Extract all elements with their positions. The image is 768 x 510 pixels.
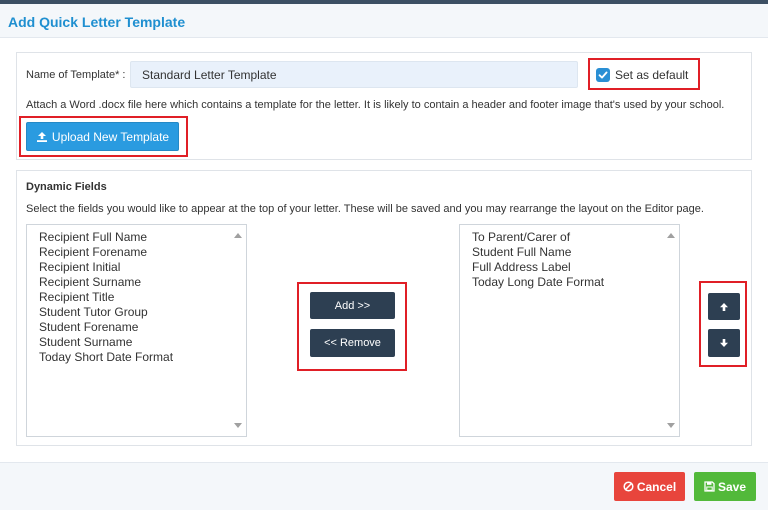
list-item[interactable]: Recipient Forename (39, 245, 173, 260)
default-label: Set as default (615, 68, 689, 82)
list-item[interactable]: Full Address Label (472, 260, 604, 275)
list-item[interactable]: Student Tutor Group (39, 305, 173, 320)
arrow-down-icon (720, 339, 728, 347)
move-down-button[interactable] (708, 329, 740, 357)
attach-instructions: Attach a Word .docx file here which cont… (26, 99, 725, 111)
list-item[interactable]: Recipient Surname (39, 275, 173, 290)
list-item[interactable]: Recipient Full Name (39, 230, 173, 245)
upload-icon (36, 131, 47, 142)
modal-header: Add Quick Letter Template (0, 4, 768, 38)
dynamic-fields-title: Dynamic Fields (26, 181, 107, 193)
selected-fields-list[interactable]: To Parent/Carer of Student Full Name Full … (459, 224, 680, 437)
upload-template-button[interactable]: Upload New Template (26, 122, 179, 151)
template-name-label: Name of Template* : (26, 69, 126, 81)
scroll-down-icon[interactable] (234, 423, 242, 428)
scroll-up-icon[interactable] (234, 233, 242, 238)
default-checkbox[interactable] (596, 68, 610, 82)
check-icon (598, 71, 608, 79)
template-name-input[interactable] (130, 61, 578, 88)
list-item[interactable]: Student Forename (39, 320, 173, 335)
remove-button[interactable]: << Remove (310, 329, 395, 357)
scroll-up-icon[interactable] (667, 233, 675, 238)
cancel-button[interactable]: Cancel (614, 472, 685, 501)
list-item[interactable]: Recipient Initial (39, 260, 173, 275)
add-button[interactable]: Add >> (310, 292, 395, 319)
cancel-label: Cancel (636, 479, 677, 494)
list-item[interactable]: Student Surname (39, 335, 173, 350)
scroll-down-icon[interactable] (667, 423, 675, 428)
save-label: Save (717, 479, 747, 494)
save-icon (704, 481, 715, 492)
save-button[interactable]: Save (694, 472, 756, 501)
modal-title: Add Quick Letter Template (8, 14, 186, 30)
move-up-button[interactable] (708, 293, 740, 320)
list-item[interactable]: Today Long Date Format (472, 275, 604, 290)
dynamic-fields-description: Select the fields you would like to appe… (26, 203, 704, 215)
list-item[interactable]: Today Short Date Format (39, 350, 173, 365)
list-item[interactable]: To Parent/Carer of (472, 230, 604, 245)
upload-template-label: Upload New Template (51, 129, 170, 144)
list-item[interactable]: Recipient Title (39, 290, 173, 305)
cancel-icon (623, 481, 634, 492)
available-fields-list[interactable]: Recipient Full Name Recipient Forename Rec… (26, 224, 247, 437)
list-item[interactable]: Student Full Name (472, 245, 604, 260)
arrow-up-icon (720, 302, 728, 311)
